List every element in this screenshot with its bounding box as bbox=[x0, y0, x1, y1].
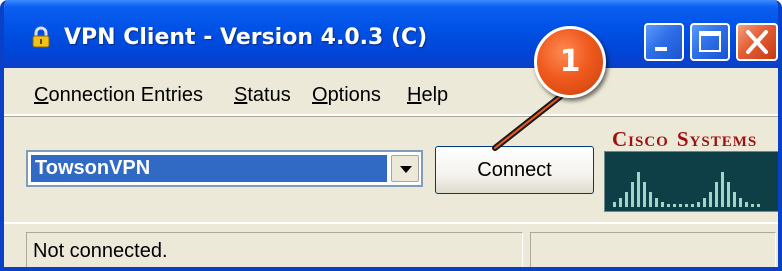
menu-status[interactable]: Status bbox=[234, 84, 291, 107]
status-bar: Not connected. bbox=[4, 222, 778, 267]
menu-bar: Connection Entries Status Options Help bbox=[4, 68, 778, 116]
dropdown-arrow-button[interactable] bbox=[391, 155, 419, 182]
lock-icon bbox=[32, 26, 50, 48]
menu-options[interactable]: Options bbox=[312, 84, 381, 107]
vpn-client-window: VPN Client - Version 4.0.3 (C) Connectio… bbox=[0, 0, 782, 271]
connection-entry-dropdown[interactable]: TowsonVPN bbox=[26, 150, 423, 187]
window-title: VPN Client - Version 4.0.3 (C) bbox=[64, 25, 428, 50]
minimize-button[interactable] bbox=[644, 23, 684, 61]
status-secondary-pane bbox=[530, 232, 776, 267]
menu-connection-entries[interactable]: Connection Entries bbox=[34, 84, 203, 107]
maximize-icon bbox=[699, 31, 721, 52]
minimize-icon bbox=[655, 47, 667, 51]
status-text: Not connected. bbox=[26, 232, 523, 267]
cisco-bridge-graphic bbox=[604, 151, 778, 212]
svg-text:CISCOSYSTEMS: CISCO SYSTEMS bbox=[612, 127, 757, 151]
title-bar[interactable]: VPN Client - Version 4.0.3 (C) bbox=[4, 0, 778, 68]
close-button[interactable] bbox=[736, 23, 778, 61]
close-icon bbox=[746, 30, 768, 54]
dropdown-arrow-icon bbox=[400, 166, 412, 173]
maximize-button[interactable] bbox=[690, 23, 730, 61]
menu-help[interactable]: Help bbox=[407, 84, 448, 107]
step-number-callout: 1 bbox=[534, 26, 606, 98]
connect-button[interactable]: Connect bbox=[435, 146, 594, 194]
cisco-systems-logo: CISCO SYSTEMS bbox=[604, 125, 778, 212]
selected-connection-entry: TowsonVPN bbox=[30, 154, 388, 183]
